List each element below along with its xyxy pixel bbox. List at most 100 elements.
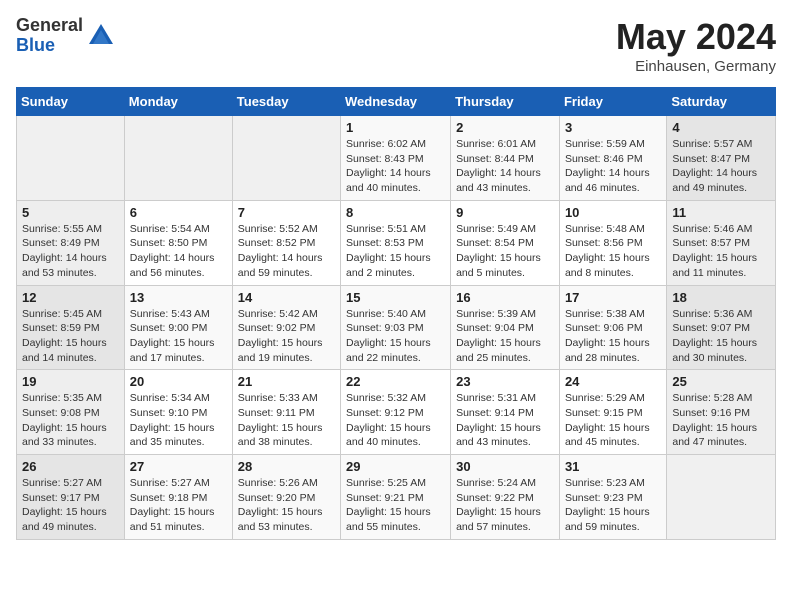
calendar-cell: 7 Sunrise: 5:52 AM Sunset: 8:52 PM Daylig…	[232, 200, 340, 285]
day-info: Sunrise: 5:27 AM Sunset: 9:18 PM Dayligh…	[130, 476, 227, 535]
day-number: 20	[130, 374, 227, 389]
day-info: Sunrise: 5:55 AM Sunset: 8:49 PM Dayligh…	[22, 222, 119, 281]
day-number: 7	[238, 205, 335, 220]
day-info: Sunrise: 6:01 AM Sunset: 8:44 PM Dayligh…	[456, 137, 554, 196]
day-number: 13	[130, 290, 227, 305]
calendar-cell: 4Sunrise: 5:57 AM Sunset: 8:47 PM Daylig…	[667, 116, 776, 201]
calendar-cell: 5Sunrise: 5:55 AM Sunset: 8:49 PM Daylig…	[17, 200, 125, 285]
day-info: Sunrise: 5:23 AM Sunset: 9:23 PM Dayligh…	[565, 476, 661, 535]
calendar-week-row: 19 Sunrise: 5:35 AM Sunset: 9:08 PM Dayli…	[17, 370, 776, 455]
calendar-cell: 17Sunrise: 5:38 AM Sunset: 9:06 PM Dayli…	[559, 285, 666, 370]
logo-general: General	[16, 16, 83, 36]
month-title: May 2024	[616, 16, 776, 58]
weekday-header: Saturday	[667, 88, 776, 116]
day-info: Sunrise: 5:49 AM Sunset: 8:54 PM Dayligh…	[456, 222, 554, 281]
day-number: 30	[456, 459, 554, 474]
calendar-cell: 24 Sunrise: 5:29 AM Sunset: 9:15 PM Dayli…	[559, 370, 666, 455]
calendar-cell: 27 Sunrise: 5:27 AM Sunset: 9:18 PM Dayli…	[124, 455, 232, 540]
calendar-cell: 2 Sunrise: 6:01 AM Sunset: 8:44 PM Daylig…	[451, 116, 560, 201]
day-info: Sunrise: 5:39 AM Sunset: 9:04 PM Dayligh…	[456, 307, 554, 366]
day-info: Sunrise: 5:48 AM Sunset: 8:56 PM Dayligh…	[565, 222, 661, 281]
calendar-cell: 14Sunrise: 5:42 AM Sunset: 9:02 PM Dayli…	[232, 285, 340, 370]
day-number: 14	[238, 290, 335, 305]
calendar-cell	[124, 116, 232, 201]
day-number: 10	[565, 205, 661, 220]
day-number: 24	[565, 374, 661, 389]
day-number: 28	[238, 459, 335, 474]
calendar-cell: 19 Sunrise: 5:35 AM Sunset: 9:08 PM Dayli…	[17, 370, 125, 455]
calendar-cell: 13 Sunrise: 5:43 AM Sunset: 9:00 PM Dayli…	[124, 285, 232, 370]
calendar-cell: 1Sunrise: 6:02 AM Sunset: 8:43 PM Daylig…	[341, 116, 451, 201]
day-info: Sunrise: 5:26 AM Sunset: 9:20 PM Dayligh…	[238, 476, 335, 535]
calendar-week-row: 26 Sunrise: 5:27 AM Sunset: 9:17 PM Dayli…	[17, 455, 776, 540]
day-info: Sunrise: 5:45 AM Sunset: 8:59 PM Dayligh…	[22, 307, 119, 366]
calendar-cell	[232, 116, 340, 201]
day-number: 26	[22, 459, 119, 474]
weekday-header: Wednesday	[341, 88, 451, 116]
day-info: Sunrise: 5:51 AM Sunset: 8:53 PM Dayligh…	[346, 222, 445, 281]
day-info: Sunrise: 5:29 AM Sunset: 9:15 PM Dayligh…	[565, 391, 661, 450]
day-number: 2	[456, 120, 554, 135]
calendar-cell: 28 Sunrise: 5:26 AM Sunset: 9:20 PM Dayli…	[232, 455, 340, 540]
title-block: May 2024 Einhausen, Germany	[616, 16, 776, 75]
day-info: Sunrise: 5:25 AM Sunset: 9:21 PM Dayligh…	[346, 476, 445, 535]
day-info: Sunrise: 5:46 AM Sunset: 8:57 PM Dayligh…	[672, 222, 770, 281]
day-info: Sunrise: 5:27 AM Sunset: 9:17 PM Dayligh…	[22, 476, 119, 535]
calendar-cell: 29Sunrise: 5:25 AM Sunset: 9:21 PM Dayli…	[341, 455, 451, 540]
calendar-cell: 18 Sunrise: 5:36 AM Sunset: 9:07 PM Dayli…	[667, 285, 776, 370]
day-number: 19	[22, 374, 119, 389]
calendar-cell: 16Sunrise: 5:39 AM Sunset: 9:04 PM Dayli…	[451, 285, 560, 370]
day-number: 27	[130, 459, 227, 474]
day-number: 4	[672, 120, 770, 135]
location: Einhausen, Germany	[616, 58, 776, 75]
page-header: General Blue May 2024 Einhausen, Germany	[16, 16, 776, 75]
logo: General Blue	[16, 16, 115, 56]
day-number: 25	[672, 374, 770, 389]
calendar-week-row: 12 Sunrise: 5:45 AM Sunset: 8:59 PM Dayli…	[17, 285, 776, 370]
calendar-cell: 15Sunrise: 5:40 AM Sunset: 9:03 PM Dayli…	[341, 285, 451, 370]
calendar-cell: 22Sunrise: 5:32 AM Sunset: 9:12 PM Dayli…	[341, 370, 451, 455]
day-number: 6	[130, 205, 227, 220]
day-info: Sunrise: 5:31 AM Sunset: 9:14 PM Dayligh…	[456, 391, 554, 450]
weekday-header: Monday	[124, 88, 232, 116]
day-number: 11	[672, 205, 770, 220]
weekday-header: Sunday	[17, 88, 125, 116]
day-number: 31	[565, 459, 661, 474]
day-number: 22	[346, 374, 445, 389]
day-number: 3	[565, 120, 661, 135]
calendar-week-row: 5Sunrise: 5:55 AM Sunset: 8:49 PM Daylig…	[17, 200, 776, 285]
calendar-cell: 8 Sunrise: 5:51 AM Sunset: 8:53 PM Daylig…	[341, 200, 451, 285]
day-info: Sunrise: 5:33 AM Sunset: 9:11 PM Dayligh…	[238, 391, 335, 450]
calendar-cell: 6 Sunrise: 5:54 AM Sunset: 8:50 PM Daylig…	[124, 200, 232, 285]
day-info: Sunrise: 5:52 AM Sunset: 8:52 PM Dayligh…	[238, 222, 335, 281]
logo-icon	[87, 22, 115, 50]
day-number: 18	[672, 290, 770, 305]
day-number: 15	[346, 290, 445, 305]
calendar-cell: 23 Sunrise: 5:31 AM Sunset: 9:14 PM Dayli…	[451, 370, 560, 455]
weekday-header: Tuesday	[232, 88, 340, 116]
day-info: Sunrise: 5:35 AM Sunset: 9:08 PM Dayligh…	[22, 391, 119, 450]
weekday-header: Thursday	[451, 88, 560, 116]
day-info: Sunrise: 5:38 AM Sunset: 9:06 PM Dayligh…	[565, 307, 661, 366]
calendar-cell: 25 Sunrise: 5:28 AM Sunset: 9:16 PM Dayli…	[667, 370, 776, 455]
calendar-cell: 31 Sunrise: 5:23 AM Sunset: 9:23 PM Dayli…	[559, 455, 666, 540]
calendar-cell	[667, 455, 776, 540]
day-number: 23	[456, 374, 554, 389]
calendar-cell: 26 Sunrise: 5:27 AM Sunset: 9:17 PM Dayli…	[17, 455, 125, 540]
day-info: Sunrise: 5:36 AM Sunset: 9:07 PM Dayligh…	[672, 307, 770, 366]
calendar-cell: 10 Sunrise: 5:48 AM Sunset: 8:56 PM Dayli…	[559, 200, 666, 285]
day-info: Sunrise: 6:02 AM Sunset: 8:43 PM Dayligh…	[346, 137, 445, 196]
day-info: Sunrise: 5:28 AM Sunset: 9:16 PM Dayligh…	[672, 391, 770, 450]
day-info: Sunrise: 5:43 AM Sunset: 9:00 PM Dayligh…	[130, 307, 227, 366]
calendar-cell	[17, 116, 125, 201]
day-info: Sunrise: 5:54 AM Sunset: 8:50 PM Dayligh…	[130, 222, 227, 281]
calendar-cell: 9 Sunrise: 5:49 AM Sunset: 8:54 PM Daylig…	[451, 200, 560, 285]
day-number: 21	[238, 374, 335, 389]
day-number: 12	[22, 290, 119, 305]
day-info: Sunrise: 5:34 AM Sunset: 9:10 PM Dayligh…	[130, 391, 227, 450]
calendar-cell: 30 Sunrise: 5:24 AM Sunset: 9:22 PM Dayli…	[451, 455, 560, 540]
day-info: Sunrise: 5:24 AM Sunset: 9:22 PM Dayligh…	[456, 476, 554, 535]
day-number: 9	[456, 205, 554, 220]
day-number: 8	[346, 205, 445, 220]
weekday-header: Friday	[559, 88, 666, 116]
